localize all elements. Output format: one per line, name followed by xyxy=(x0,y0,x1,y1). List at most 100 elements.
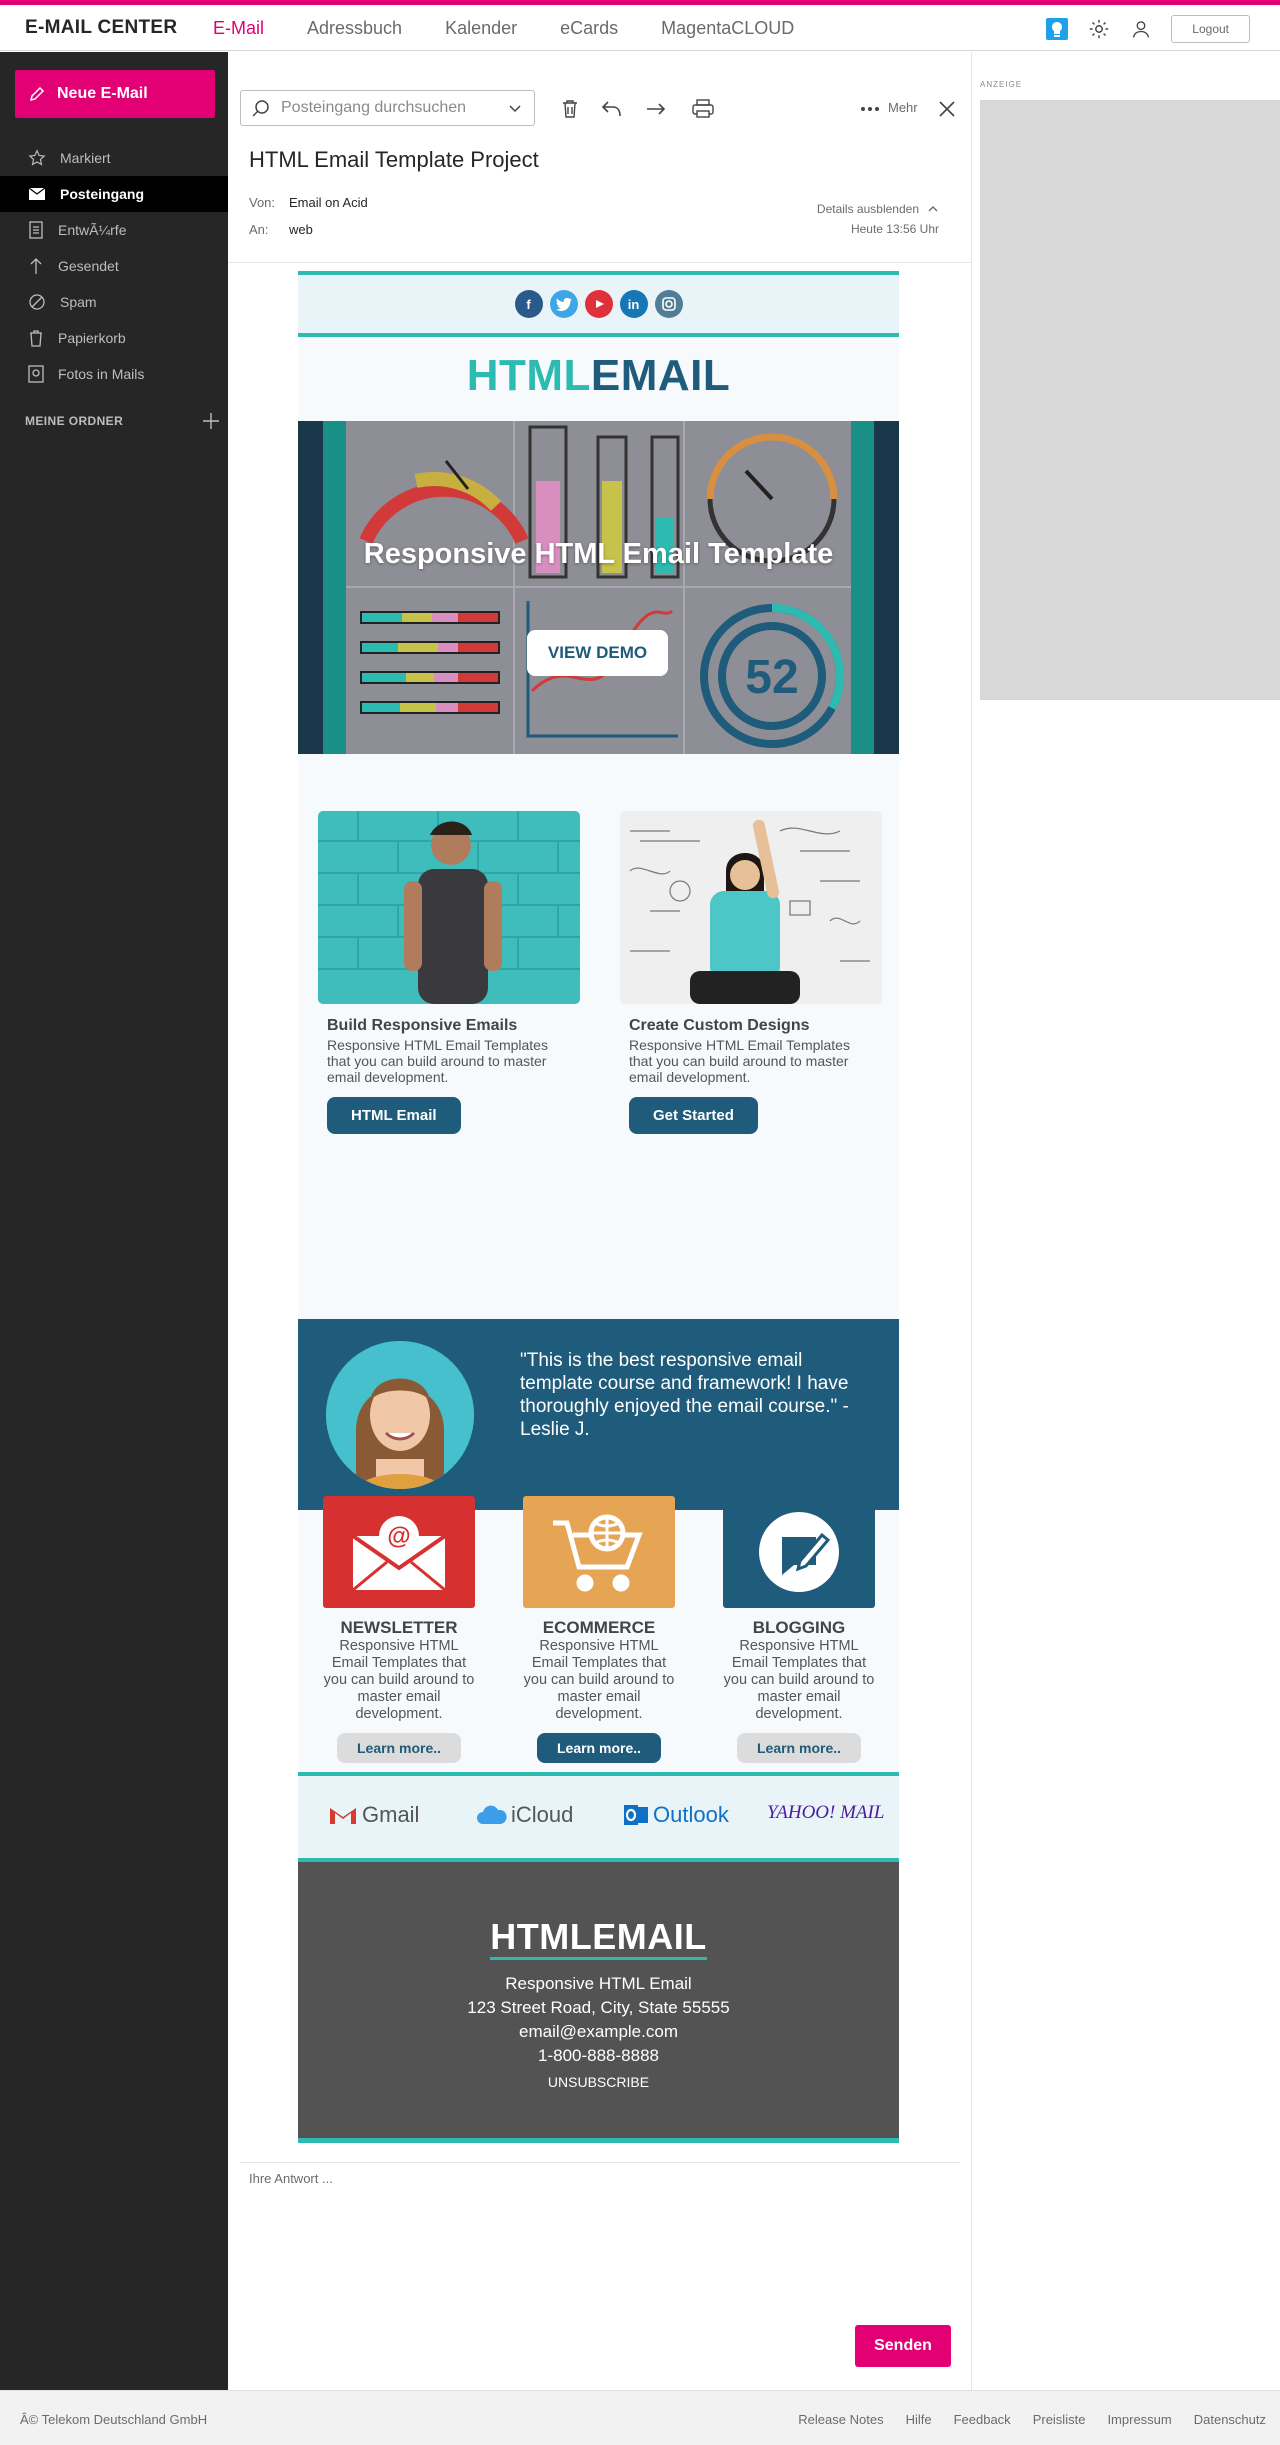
testimonial-quote: "This is the best responsive email templ… xyxy=(520,1350,849,1440)
nav-ecards[interactable]: eCards xyxy=(560,18,618,39)
unsubscribe-link[interactable]: UNSUBSCRIBE xyxy=(298,2074,899,2090)
sidebar-item-label: EntwÃ¼rfe xyxy=(58,222,127,238)
gear-icon[interactable] xyxy=(1087,17,1111,41)
card-text: Responsive HTML Email Templates that you… xyxy=(629,1037,850,1085)
forward-icon[interactable] xyxy=(644,97,668,121)
client-name: iCloud xyxy=(511,1802,574,1827)
sidebar-item-label: Papierkorb xyxy=(58,330,126,346)
footer-link-pricelist[interactable]: Preisliste xyxy=(1033,2412,1086,2427)
pencil-icon xyxy=(29,86,45,102)
feature-ecommerce: ECOMMERCE Responsive HTML Email Template… xyxy=(523,1496,675,1763)
facebook-icon[interactable]: f xyxy=(514,290,543,318)
app-brand: E-MAIL CENTER xyxy=(25,17,178,38)
message-header: Von: Email on Acid An: web xyxy=(249,195,368,249)
reply-input[interactable]: Ihre Antwort ... xyxy=(249,2171,333,2186)
to-row: An: web xyxy=(249,222,368,249)
nav-email[interactable]: E-Mail xyxy=(213,18,264,39)
main-navigation: E-Mail Adressbuch Kalender eCards Magent… xyxy=(213,18,837,39)
from-value[interactable]: Email on Acid xyxy=(289,195,368,222)
feature-title: ECOMMERCE xyxy=(542,1618,656,1637)
sidebar-item-drafts[interactable]: EntwÃ¼rfe xyxy=(0,212,228,248)
details-toggle[interactable]: Details ausblenden xyxy=(817,195,939,222)
details-toggle-label: Details ausblenden xyxy=(816,201,919,216)
lightbulb-icon[interactable] xyxy=(1045,17,1069,41)
footer-address: 123 Street Road, City, State 55555 xyxy=(467,1998,730,2017)
twitter-icon[interactable] xyxy=(549,290,578,318)
testimonial-section: "This is the best responsive email templ… xyxy=(298,1319,899,1510)
social-icons-row: f in xyxy=(298,275,899,333)
feature-blogging: BLOGGING Responsive HTML Email Templates… xyxy=(723,1496,875,1763)
learn-more-button[interactable]: Learn more.. xyxy=(736,1733,862,1763)
ad-label: ANZEIGE xyxy=(980,80,1023,89)
envelope-icon xyxy=(28,187,46,200)
outlook-icon xyxy=(624,1805,648,1825)
linkedin-icon[interactable]: in xyxy=(619,290,648,318)
youtube-icon[interactable] xyxy=(584,290,613,318)
html-email-button[interactable]: HTML Email xyxy=(327,1097,461,1134)
more-icon[interactable] xyxy=(858,97,882,121)
sidebar-item-inbox[interactable]: Posteingang xyxy=(0,176,228,212)
shopping-cart-icon xyxy=(553,1514,643,1592)
feature-text: Responsive HTML Email Templates that you… xyxy=(723,1638,875,1722)
reply-divider xyxy=(240,2162,960,2163)
more-label[interactable]: Mehr xyxy=(888,100,918,115)
logout-button[interactable]: Logout xyxy=(1171,15,1250,43)
trash-icon xyxy=(30,330,42,347)
newsletter-tile: @ xyxy=(323,1496,475,1608)
view-demo-button[interactable]: VIEW DEMO xyxy=(527,630,668,676)
sidebar-item-spam[interactable]: Spam xyxy=(0,284,228,320)
mail-clients-row: Gmail iCloud Outlook YAHOO! MAIL xyxy=(298,1776,899,1858)
to-value[interactable]: web xyxy=(289,222,313,249)
sidebar-item-starred[interactable]: Markiert xyxy=(0,140,228,176)
delete-icon[interactable] xyxy=(558,97,582,121)
sidebar-item-photos[interactable]: Fotos in Mails xyxy=(0,356,228,392)
copyright: Â© Telekom Deutschland GmbH xyxy=(20,2412,208,2427)
nav-magentacloud[interactable]: MagentaCLOUD xyxy=(661,18,794,39)
instagram-icon[interactable] xyxy=(654,290,683,318)
hero-gauge-number: 52 xyxy=(745,651,798,704)
sidebar-item-sent[interactable]: Gesendet xyxy=(0,248,228,284)
logo-part-html: HTML xyxy=(466,351,591,400)
footer-company: Responsive HTML Email xyxy=(505,1974,692,1993)
client-name: Outlook xyxy=(653,1802,729,1827)
reply-icon[interactable] xyxy=(600,97,624,121)
search-placeholder: Posteingang durchsuchen xyxy=(281,99,467,116)
sidebar-item-trash[interactable]: Papierkorb xyxy=(0,320,228,356)
envelope-at-icon: @ xyxy=(351,1516,447,1592)
feature-title: NEWSLETTER xyxy=(340,1618,458,1637)
close-icon[interactable] xyxy=(935,97,959,121)
draft-icon xyxy=(29,221,43,239)
message-subject: HTML Email Template Project xyxy=(249,147,539,172)
print-icon[interactable] xyxy=(691,97,715,121)
feature-newsletter: @ NEWSLETTER Responsive HTML Email Templ… xyxy=(323,1496,475,1763)
chevron-down-icon[interactable] xyxy=(508,101,522,115)
footer-link-feedback[interactable]: Feedback xyxy=(954,2412,1011,2427)
yahoo-mail-logo: YAHOO! MAIL xyxy=(767,1802,885,1823)
plus-icon[interactable] xyxy=(202,412,220,430)
search-icon xyxy=(252,100,269,117)
my-folders-label: MEINE ORDNER xyxy=(25,414,124,428)
nav-calendar[interactable]: Kalender xyxy=(445,18,517,39)
user-icon[interactable] xyxy=(1129,17,1153,41)
card-build-responsive: Build Responsive Emails Responsive HTML … xyxy=(318,811,580,1134)
from-row: Von: Email on Acid xyxy=(249,195,368,222)
footer-link-privacy[interactable]: Datenschutz xyxy=(1194,2412,1266,2427)
footer-email[interactable]: email@example.com xyxy=(298,2020,899,2044)
feature-title: BLOGGING xyxy=(752,1618,846,1637)
sidebar-item-label: Fotos in Mails xyxy=(58,366,145,382)
sidebar-item-label: Gesendet xyxy=(58,258,119,274)
page-footer: Â© Telekom Deutschland GmbH Release Note… xyxy=(0,2390,1280,2445)
learn-more-button[interactable]: Learn more.. xyxy=(336,1733,462,1763)
send-button[interactable]: Senden xyxy=(855,2325,951,2367)
footer-link-help[interactable]: Hilfe xyxy=(906,2412,932,2427)
footer-link-imprint[interactable]: Impressum xyxy=(1107,2412,1171,2427)
top-bar: E-MAIL CENTER E-Mail Adressbuch Kalender… xyxy=(0,5,1280,51)
footer-link-release-notes[interactable]: Release Notes xyxy=(798,2412,883,2427)
learn-more-button[interactable]: Learn more.. xyxy=(536,1733,662,1763)
get-started-button[interactable]: Get Started xyxy=(629,1097,758,1134)
card-title: Create Custom Designs xyxy=(629,1017,810,1034)
new-mail-button[interactable]: Neue E-Mail xyxy=(15,70,215,118)
sidebar-item-label: Posteingang xyxy=(60,186,145,202)
search-input[interactable]: Posteingang durchsuchen xyxy=(240,90,535,126)
nav-address-book[interactable]: Adressbuch xyxy=(307,18,402,39)
